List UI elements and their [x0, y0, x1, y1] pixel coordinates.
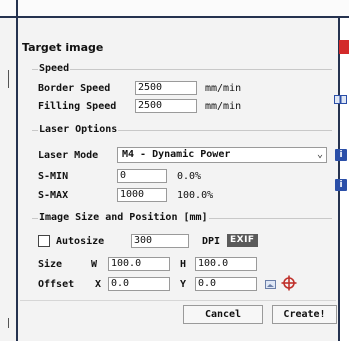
laser-mode-value: M4 - Dynamic Power	[122, 149, 231, 160]
chevron-down-icon: ⌄	[316, 149, 323, 160]
info-icon[interactable]: i	[335, 179, 347, 191]
laser-mode-label: Laser Mode	[38, 150, 99, 161]
exif-button[interactable]: EXIF	[227, 234, 258, 247]
left-edge-mark	[8, 70, 9, 88]
top-bar	[0, 0, 349, 18]
border-speed-unit: mm/min	[205, 83, 242, 94]
info-icon[interactable]: i	[335, 149, 347, 161]
smin-percent: 0.0%	[177, 171, 202, 182]
smax-input[interactable]: 1000	[117, 188, 167, 202]
laser-mode-select[interactable]: M4 - Dynamic Power ⌄	[117, 147, 327, 163]
frame-divider	[16, 0, 18, 16]
filling-speed-unit: mm/min	[205, 101, 242, 112]
dpi-input[interactable]: 300	[131, 234, 189, 248]
filling-speed-input[interactable]: 2500	[135, 99, 197, 113]
autosize-checkbox[interactable]	[38, 235, 50, 247]
autosize-label: Autosize	[56, 236, 105, 247]
offset-y-input[interactable]: 0.0	[195, 277, 257, 291]
dialog-title: Target image	[22, 41, 104, 54]
smax-label: S-MAX	[38, 190, 69, 201]
close-button[interactable]	[339, 40, 349, 54]
size-label: Size	[38, 259, 63, 270]
speed-group-divider	[32, 69, 332, 70]
offset-x-label: X	[95, 279, 102, 290]
height-label: H	[180, 259, 187, 270]
cancel-button[interactable]: Cancel	[183, 305, 263, 324]
filling-speed-label: Filling Speed	[38, 101, 117, 112]
size-group-label: Image Size and Position [mm]	[38, 212, 209, 223]
offset-x-input[interactable]: 0.0	[108, 277, 170, 291]
create-button[interactable]: Create!	[272, 305, 337, 324]
smin-input[interactable]: 0	[117, 169, 167, 183]
laser-group-label: Laser Options	[38, 124, 119, 135]
border-speed-label: Border Speed	[38, 83, 111, 94]
width-label: W	[91, 259, 98, 270]
footer-divider	[20, 300, 336, 301]
border-speed-input[interactable]: 2500	[135, 81, 197, 95]
smax-percent: 100.0%	[177, 190, 214, 201]
width-input[interactable]: 100.0	[108, 257, 170, 271]
speed-group-label: Speed	[38, 63, 71, 74]
crosshair-icon[interactable]	[281, 275, 297, 291]
smin-label: S-MIN	[38, 171, 69, 182]
offset-label: Offset	[38, 279, 75, 290]
image-center-icon[interactable]	[265, 279, 276, 290]
offset-y-label: Y	[180, 279, 187, 290]
height-input[interactable]: 100.0	[195, 257, 257, 271]
dpi-label: DPI	[202, 236, 221, 247]
book-icon[interactable]	[334, 95, 347, 104]
left-frame-border	[16, 16, 18, 341]
left-edge-mark-lower	[8, 318, 9, 328]
